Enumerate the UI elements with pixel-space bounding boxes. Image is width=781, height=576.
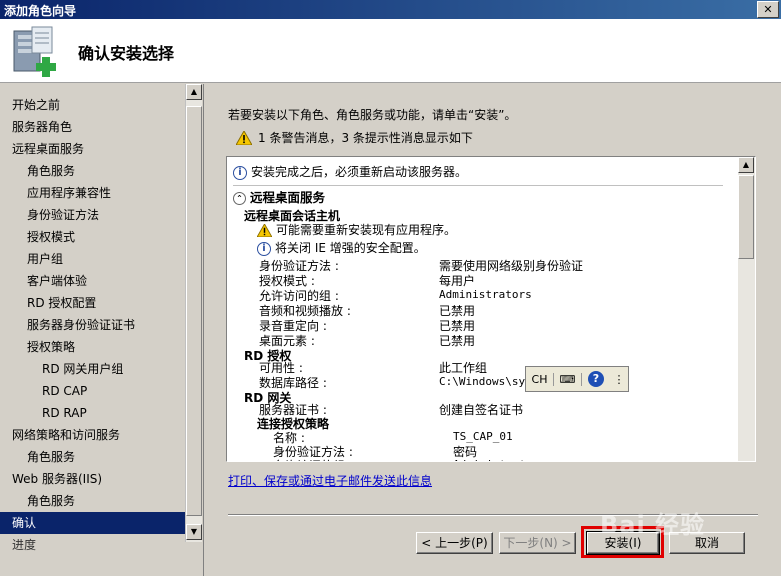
property-value: 每用户: [439, 274, 476, 288]
sidebar-step-item[interactable]: 服务器角色: [0, 116, 185, 138]
sidebar-step-item[interactable]: 授权模式: [0, 226, 185, 248]
wizard-steps-sidebar: 开始之前 服务器角色 远程桌面服务 角色服务 应用程序兼容性 身份验证方法 授权模式 用户组客…: [0, 84, 202, 576]
property-value: 创建自签名证书: [439, 403, 524, 417]
sidebar-step-item[interactable]: RD CAP: [0, 380, 185, 402]
print-save-email-link[interactable]: 打印、保存或通过电子邮件发送此信息: [228, 472, 432, 489]
sidebar-step-item[interactable]: 服务器身份验证证书: [0, 314, 185, 336]
restart-notice: i 安装完成之后，必须重新启动该服务器。: [233, 163, 467, 180]
scrollbar-thumb[interactable]: [186, 106, 202, 516]
property-value: TS_CAP_01: [453, 430, 513, 443]
selection-details-box[interactable]: i 安装完成之后，必须重新启动该服务器。 ⌃ 远程桌面服务 远程桌面会话主机 可能需…: [226, 156, 756, 462]
warning-icon: [256, 223, 273, 238]
steps-list: 开始之前 服务器角色 远程桌面服务 角色服务 应用程序兼容性 身份验证方法 授权模式 用户组客…: [0, 94, 185, 556]
warning-summary: 1 条警告消息，3 条提示性消息显示如下: [236, 129, 473, 146]
scroll-up-icon[interactable]: ▲: [186, 84, 202, 100]
window-titlebar: 添加角色向导 ✕: [0, 0, 781, 19]
sidebar-step-item[interactable]: RD 授权配置: [0, 292, 185, 314]
sidebar-scrollbar[interactable]: ▲ ▼: [185, 84, 202, 542]
window-title: 添加角色向导: [4, 4, 77, 18]
confirm-pane: 若要安装以下角色、角色服务或功能，请单击“安装”。 1 条警告消息，3 条提示性…: [203, 84, 781, 576]
ime-lang[interactable]: CH: [526, 372, 554, 386]
sidebar-step-item[interactable]: 客户端体验: [0, 270, 185, 292]
property-value: Administrators: [453, 458, 546, 461]
ime-options-icon[interactable]: ⋮: [610, 373, 628, 386]
rdsh-info: i 将关闭 IE 增强的安全配置。: [257, 239, 426, 256]
sidebar-step-item[interactable]: Web 服务器(IIS): [0, 468, 185, 490]
previous-button[interactable]: < 上一步(P): [416, 532, 493, 554]
sidebar-step-item[interactable]: 角色服务: [0, 490, 185, 512]
help-icon[interactable]: ?: [582, 371, 610, 387]
property-value: 此工作组: [439, 361, 488, 375]
sidebar-step-item[interactable]: RD RAP: [0, 402, 185, 424]
info-icon: i: [233, 165, 247, 180]
sidebar-step-item[interactable]: 授权策略: [0, 336, 185, 358]
sidebar-step-item[interactable]: 远程桌面服务: [0, 138, 185, 160]
close-button[interactable]: ✕: [757, 1, 779, 18]
sidebar-step-item[interactable]: 网络策略和访问服务: [0, 424, 185, 446]
section-remote-desktop[interactable]: ⌃ 远程桌面服务: [233, 187, 325, 206]
scroll-down-icon[interactable]: ▼: [186, 524, 202, 540]
property-key: 允许访问的组 :: [273, 457, 353, 461]
sidebar-step-item[interactable]: 角色服务: [0, 160, 185, 182]
sidebar-step-item[interactable]: 进度: [0, 534, 185, 556]
sidebar-step-item[interactable]: 用户组: [0, 248, 185, 270]
info-icon: i: [257, 241, 271, 256]
sidebar-step-item[interactable]: 身份验证方法: [0, 204, 185, 226]
next-button[interactable]: 下一步(N) >: [499, 532, 576, 554]
sidebar-step-item[interactable]: 确认: [0, 512, 185, 534]
rdsh-warning: 可能需要重新安装现有应用程序。: [256, 221, 457, 238]
section-title: 远程桌面服务: [250, 190, 326, 205]
watermark-logo: Bai 经验: [600, 511, 706, 539]
keyboard-icon[interactable]: ⌨: [554, 372, 582, 386]
warning-summary-text: 1 条警告消息，3 条提示性消息显示如下: [258, 131, 473, 145]
wizard-header: 确认安装选择: [0, 19, 781, 83]
sidebar-step-item[interactable]: 应用程序兼容性: [0, 182, 185, 204]
server-add-icon: [13, 26, 56, 77]
warning-icon: [236, 130, 252, 145]
sidebar-step-item[interactable]: 开始之前: [0, 94, 185, 116]
restart-notice-text: 安装完成之后，必须重新启动该服务器。: [251, 165, 468, 179]
property-value: Administrators: [439, 288, 532, 301]
collapse-icon[interactable]: ⌃: [233, 192, 246, 205]
rdsh-warning-text: 可能需要重新安装现有应用程序。: [276, 223, 457, 237]
details-scrollbar[interactable]: ▲: [738, 157, 755, 461]
property-value: 已禁用: [439, 334, 476, 348]
intro-text: 若要安装以下角色、角色服务或功能，请单击“安装”。: [228, 108, 517, 122]
sidebar-step-item[interactable]: RD 网关用户组: [0, 358, 185, 380]
ime-toolbar[interactable]: CH ⌨ ? ⋮: [525, 366, 629, 392]
scroll-up-icon[interactable]: ▲: [738, 157, 754, 173]
scrollbar-thumb[interactable]: [738, 175, 754, 259]
page-title: 确认安装选择: [78, 44, 175, 63]
sidebar-step-item[interactable]: 角色服务: [0, 446, 185, 468]
rdsh-info-text: 将关闭 IE 增强的安全配置。: [275, 241, 426, 255]
divider: [233, 185, 723, 186]
